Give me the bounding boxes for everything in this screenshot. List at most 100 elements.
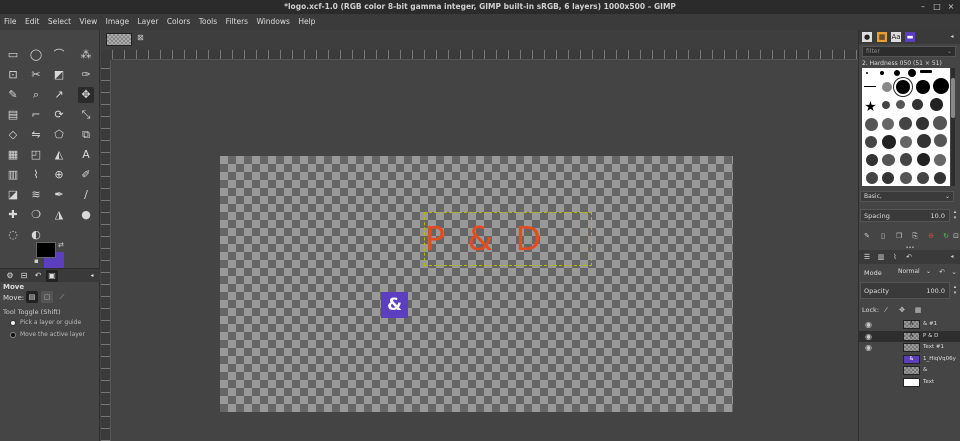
handle-transform-icon[interactable]: ⧉ xyxy=(78,127,94,143)
radio-move-active-layer[interactable]: Move the active layer xyxy=(10,331,85,338)
paths-icon[interactable]: ✑ xyxy=(78,67,94,83)
flip-icon[interactable]: ⇋ xyxy=(28,127,44,143)
menu-image[interactable]: Image xyxy=(106,17,130,26)
layers-dock-menu-icon[interactable]: ◂ xyxy=(947,252,957,262)
brush-swatch[interactable] xyxy=(865,136,877,148)
smudge-icon[interactable]: ✐ xyxy=(78,167,94,183)
menu-filters[interactable]: Filters xyxy=(226,17,248,26)
visibility-eye-icon[interactable]: ◉ xyxy=(865,319,872,330)
visibility-eye-icon[interactable]: ◉ xyxy=(865,342,872,353)
horizontal-ruler[interactable] xyxy=(112,50,858,60)
layer-row[interactable]: ◉ Text #1 xyxy=(859,342,960,353)
opacity-stepper[interactable]: ▴ ▾ xyxy=(951,284,959,296)
perspective-icon[interactable]: ◇ xyxy=(5,127,21,143)
clone-icon[interactable]: ⊕ xyxy=(51,167,67,183)
warp-icon[interactable]: ◌ xyxy=(5,227,21,243)
brush-swatch[interactable] xyxy=(882,82,892,92)
composite-options-icon[interactable]: ⌄ xyxy=(949,266,959,278)
opacity-spinner[interactable]: Opacity 100.0 xyxy=(860,282,950,299)
lock-alpha-icon[interactable]: ▦ xyxy=(913,304,923,316)
brush-swatch[interactable] xyxy=(916,80,930,94)
color-picker-icon[interactable]: ✎ xyxy=(5,87,21,103)
brush-swatch[interactable] xyxy=(896,100,905,109)
dock-menu-icon[interactable]: ◂ xyxy=(947,32,957,42)
new-brush-icon[interactable]: ▯ xyxy=(878,230,888,242)
move-selection-icon[interactable]: ▢ xyxy=(41,291,53,303)
brush-scrollbar-thumb[interactable] xyxy=(951,78,955,118)
seamless-clone-icon[interactable]: ▦ xyxy=(5,147,21,163)
refresh-brushes-icon[interactable]: ↻ xyxy=(941,230,951,242)
menu-edit[interactable]: Edit xyxy=(25,17,40,26)
brush-swatch[interactable] xyxy=(866,172,878,184)
brush-filter-input[interactable]: filter ⌄ xyxy=(862,46,956,57)
patterns-tab-icon[interactable]: ▦ xyxy=(877,32,887,42)
close-button[interactable]: × xyxy=(944,0,958,14)
brush-swatch[interactable] xyxy=(882,172,894,184)
maximize-button[interactable]: □ xyxy=(930,0,944,14)
brush-swatch[interactable] xyxy=(899,117,912,130)
layer-row[interactable]: ◉ A P & D xyxy=(859,330,960,342)
cage-transform-icon[interactable]: ⬠ xyxy=(51,127,67,143)
paintbrush-icon[interactable]: ⌇ xyxy=(28,167,44,183)
align-icon[interactable]: ▤ xyxy=(5,107,21,123)
brush-swatch[interactable] xyxy=(894,70,900,76)
drop-icon[interactable]: ● xyxy=(78,207,94,223)
foreground-select-icon[interactable]: ◩ xyxy=(51,67,67,83)
transform-3d-icon[interactable]: ◰ xyxy=(28,147,44,163)
brush-swatch[interactable] xyxy=(917,134,931,148)
brush-swatch[interactable] xyxy=(882,118,894,130)
bucket-fill-icon[interactable]: ◭ xyxy=(51,147,67,163)
brush-swatch[interactable] xyxy=(900,153,912,166)
brush-preset-dropdown[interactable]: Basic, ⌄ xyxy=(860,191,954,202)
brush-swatch[interactable] xyxy=(916,117,929,130)
brush-swatch[interactable] xyxy=(933,116,947,130)
mode-reset-icon[interactable]: ↶ xyxy=(937,266,947,278)
rect-select-icon[interactable]: ▭ xyxy=(5,47,21,63)
layer-row[interactable]: Text xyxy=(859,377,960,388)
mypaint-brush-icon[interactable]: ∕ xyxy=(78,187,94,203)
heal-icon[interactable]: ✚ xyxy=(5,207,21,223)
image-tab-close-icon[interactable]: ⊠ xyxy=(137,33,144,42)
brush-swatch[interactable] xyxy=(866,72,868,74)
undo-history-tab-icon[interactable]: ↶ xyxy=(32,270,44,282)
menu-select[interactable]: Select xyxy=(48,17,71,26)
brushes-menu-icon[interactable]: ⊡ xyxy=(951,230,960,242)
zoom-icon[interactable]: ⌕ xyxy=(28,87,44,103)
copy-location-icon[interactable]: ⎘ xyxy=(910,230,920,242)
brush-swatch[interactable] xyxy=(900,136,912,148)
vertical-ruler[interactable] xyxy=(101,60,111,441)
crop-tool-icon[interactable]: ⌐ xyxy=(28,107,44,123)
layers-tab-icon[interactable]: ☰ xyxy=(862,252,872,262)
brush-swatch[interactable] xyxy=(896,80,910,94)
channels-tab-icon[interactable]: ▥ xyxy=(876,252,886,262)
ellipse-select-icon[interactable]: ◯ xyxy=(28,47,44,63)
images-tab-icon[interactable]: ▣ xyxy=(46,270,58,282)
spacing-stepper[interactable]: ▴ ▾ xyxy=(951,209,959,221)
text-icon[interactable]: A xyxy=(78,147,94,163)
unified-transform-icon[interactable]: ⟳ xyxy=(51,107,67,123)
menu-file[interactable]: File xyxy=(4,17,17,26)
ink-icon[interactable]: ✒ xyxy=(51,187,67,203)
tool-options-tab-icon[interactable]: ⚙ xyxy=(4,270,16,282)
warp-transform-icon[interactable]: ⤡ xyxy=(78,107,94,123)
menu-help[interactable]: Help xyxy=(298,17,315,26)
lock-pixels-icon[interactable]: ⁄ xyxy=(881,304,891,316)
free-select-icon[interactable]: ⌒ xyxy=(51,47,67,63)
device-status-tab-icon[interactable]: ⊟ xyxy=(18,270,30,282)
brush-swatch[interactable] xyxy=(866,154,878,166)
gradients-tab-icon[interactable]: ▬ xyxy=(905,32,915,42)
brush-swatch[interactable] xyxy=(865,101,876,112)
scissors-icon[interactable]: ✂ xyxy=(28,67,44,83)
dodge-burn-icon[interactable]: ◮ xyxy=(51,207,67,223)
eraser-icon[interactable]: ◪ xyxy=(5,187,21,203)
brush-swatch[interactable] xyxy=(920,70,932,73)
brush-swatch[interactable] xyxy=(908,69,916,77)
menu-tools[interactable]: Tools xyxy=(199,17,217,26)
brush-swatch[interactable] xyxy=(880,71,884,75)
brush-swatch[interactable] xyxy=(865,118,878,131)
filter-dropdown-icon[interactable]: ⌄ xyxy=(947,47,952,57)
brushes-tab-icon[interactable]: ● xyxy=(862,32,872,42)
default-colors-icon[interactable]: ▪ xyxy=(34,257,39,265)
undo-tab-icon[interactable]: ↶ xyxy=(904,252,914,262)
measure-icon[interactable]: ↗ xyxy=(51,87,67,103)
